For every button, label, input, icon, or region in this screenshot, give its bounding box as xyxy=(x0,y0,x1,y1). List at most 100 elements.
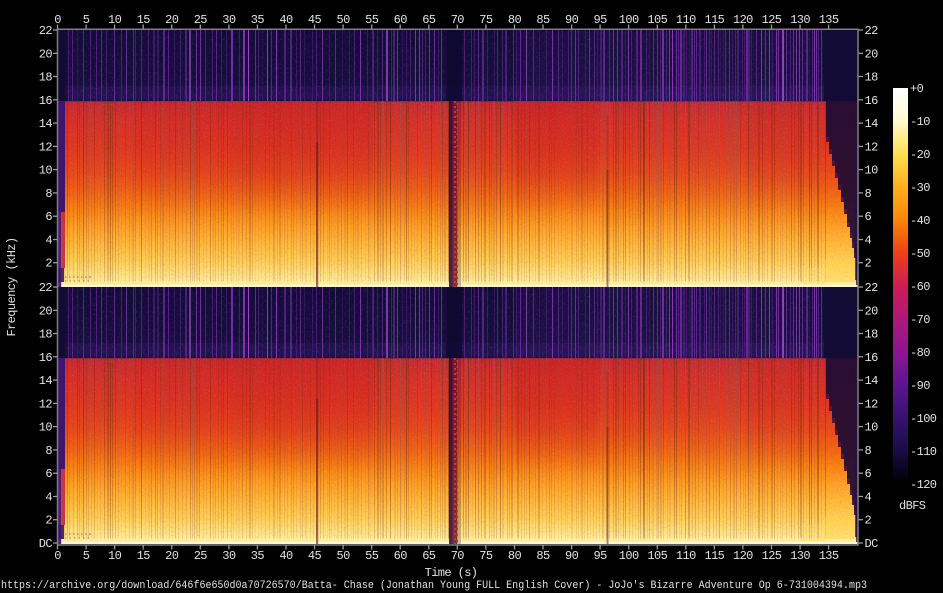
svg-text:6: 6 xyxy=(45,467,52,481)
svg-text:14: 14 xyxy=(39,374,53,388)
svg-text:85: 85 xyxy=(536,13,550,27)
svg-text:4: 4 xyxy=(865,234,872,248)
svg-text:+0: +0 xyxy=(910,82,924,96)
svg-text:125: 125 xyxy=(762,549,782,563)
svg-text:130: 130 xyxy=(790,549,810,563)
svg-text:-80: -80 xyxy=(910,346,930,360)
svg-text:60: 60 xyxy=(394,549,408,563)
svg-text:0: 0 xyxy=(54,549,61,563)
svg-text:30: 30 xyxy=(222,13,236,27)
svg-text:75: 75 xyxy=(479,549,493,563)
svg-text:75: 75 xyxy=(479,13,493,27)
svg-text:12: 12 xyxy=(39,397,53,411)
svg-text:4: 4 xyxy=(865,491,872,505)
svg-text:12: 12 xyxy=(865,397,879,411)
svg-text:100: 100 xyxy=(619,13,639,27)
svg-text:40: 40 xyxy=(279,13,293,27)
svg-text:8: 8 xyxy=(865,187,872,201)
svg-text:14: 14 xyxy=(865,374,879,388)
svg-text:18: 18 xyxy=(865,71,879,85)
svg-text:Time (s): Time (s) xyxy=(425,566,478,580)
svg-text:-50: -50 xyxy=(910,247,930,261)
svg-text:50: 50 xyxy=(336,549,350,563)
svg-text:10: 10 xyxy=(39,421,53,435)
svg-text:6: 6 xyxy=(865,467,872,481)
svg-text:115: 115 xyxy=(704,13,724,27)
svg-text:95: 95 xyxy=(593,549,607,563)
svg-text:10: 10 xyxy=(865,164,879,178)
svg-text:5: 5 xyxy=(83,13,90,27)
svg-text:18: 18 xyxy=(865,328,879,342)
svg-text:110: 110 xyxy=(676,549,696,563)
svg-text:-90: -90 xyxy=(910,379,930,393)
svg-text:4: 4 xyxy=(45,491,52,505)
svg-text:4: 4 xyxy=(45,234,52,248)
svg-text:60: 60 xyxy=(394,13,408,27)
svg-text:18: 18 xyxy=(39,328,53,342)
svg-text:30: 30 xyxy=(222,549,236,563)
svg-text:65: 65 xyxy=(422,549,436,563)
svg-text:55: 55 xyxy=(365,549,379,563)
svg-text:-40: -40 xyxy=(910,214,930,228)
svg-text:95: 95 xyxy=(593,13,607,27)
svg-text:105: 105 xyxy=(647,13,667,27)
svg-text:100: 100 xyxy=(619,549,639,563)
svg-text:130: 130 xyxy=(790,13,810,27)
svg-text:22: 22 xyxy=(39,281,53,295)
svg-text:5: 5 xyxy=(83,549,90,563)
svg-text:115: 115 xyxy=(704,549,724,563)
svg-text:12: 12 xyxy=(39,140,53,154)
svg-text:90: 90 xyxy=(565,13,579,27)
svg-text:120: 120 xyxy=(733,549,753,563)
svg-text:20: 20 xyxy=(39,304,53,318)
svg-text:dBFS: dBFS xyxy=(899,499,926,513)
svg-text:65: 65 xyxy=(422,13,436,27)
svg-text:-10: -10 xyxy=(910,115,930,129)
svg-text:45: 45 xyxy=(308,13,322,27)
svg-text:80: 80 xyxy=(508,549,522,563)
svg-text:-70: -70 xyxy=(910,313,930,327)
svg-text:2: 2 xyxy=(45,514,52,528)
svg-text:105: 105 xyxy=(647,549,667,563)
svg-text:8: 8 xyxy=(45,444,52,458)
svg-text:20: 20 xyxy=(165,549,179,563)
svg-text:22: 22 xyxy=(865,24,879,38)
svg-text:-110: -110 xyxy=(910,445,937,459)
svg-text:10: 10 xyxy=(108,549,122,563)
svg-text:10: 10 xyxy=(39,164,53,178)
svg-text:110: 110 xyxy=(676,13,696,27)
svg-text:16: 16 xyxy=(39,94,53,108)
svg-text:20: 20 xyxy=(39,47,53,61)
svg-text:25: 25 xyxy=(194,549,208,563)
svg-text:15: 15 xyxy=(137,549,151,563)
svg-text:80: 80 xyxy=(508,13,522,27)
svg-text:10: 10 xyxy=(865,421,879,435)
svg-text:2: 2 xyxy=(865,257,872,271)
svg-text:6: 6 xyxy=(45,210,52,224)
svg-text:90: 90 xyxy=(565,549,579,563)
svg-text:14: 14 xyxy=(39,117,53,131)
svg-text:18: 18 xyxy=(39,71,53,85)
svg-text:50: 50 xyxy=(336,13,350,27)
svg-text:12: 12 xyxy=(865,140,879,154)
svg-text:16: 16 xyxy=(865,94,879,108)
svg-text:-30: -30 xyxy=(910,181,930,195)
svg-text:-100: -100 xyxy=(910,412,937,426)
svg-text:20: 20 xyxy=(165,13,179,27)
svg-text:14: 14 xyxy=(865,117,879,131)
svg-text:Frequency (kHz): Frequency (kHz) xyxy=(5,237,19,336)
svg-text:85: 85 xyxy=(536,549,550,563)
svg-text:8: 8 xyxy=(865,444,872,458)
svg-text:135: 135 xyxy=(819,13,839,27)
svg-text:35: 35 xyxy=(251,13,265,27)
svg-text:20: 20 xyxy=(865,47,879,61)
svg-text:35: 35 xyxy=(251,549,265,563)
svg-text:https://archive.org/download/6: https://archive.org/download/646f6e650d0… xyxy=(1,580,867,592)
svg-text:16: 16 xyxy=(39,351,53,365)
svg-text:DC: DC xyxy=(865,537,879,551)
svg-text:2: 2 xyxy=(865,514,872,528)
svg-text:15: 15 xyxy=(137,13,151,27)
svg-text:2: 2 xyxy=(45,257,52,271)
svg-text:22: 22 xyxy=(865,281,879,295)
svg-text:0: 0 xyxy=(54,13,61,27)
